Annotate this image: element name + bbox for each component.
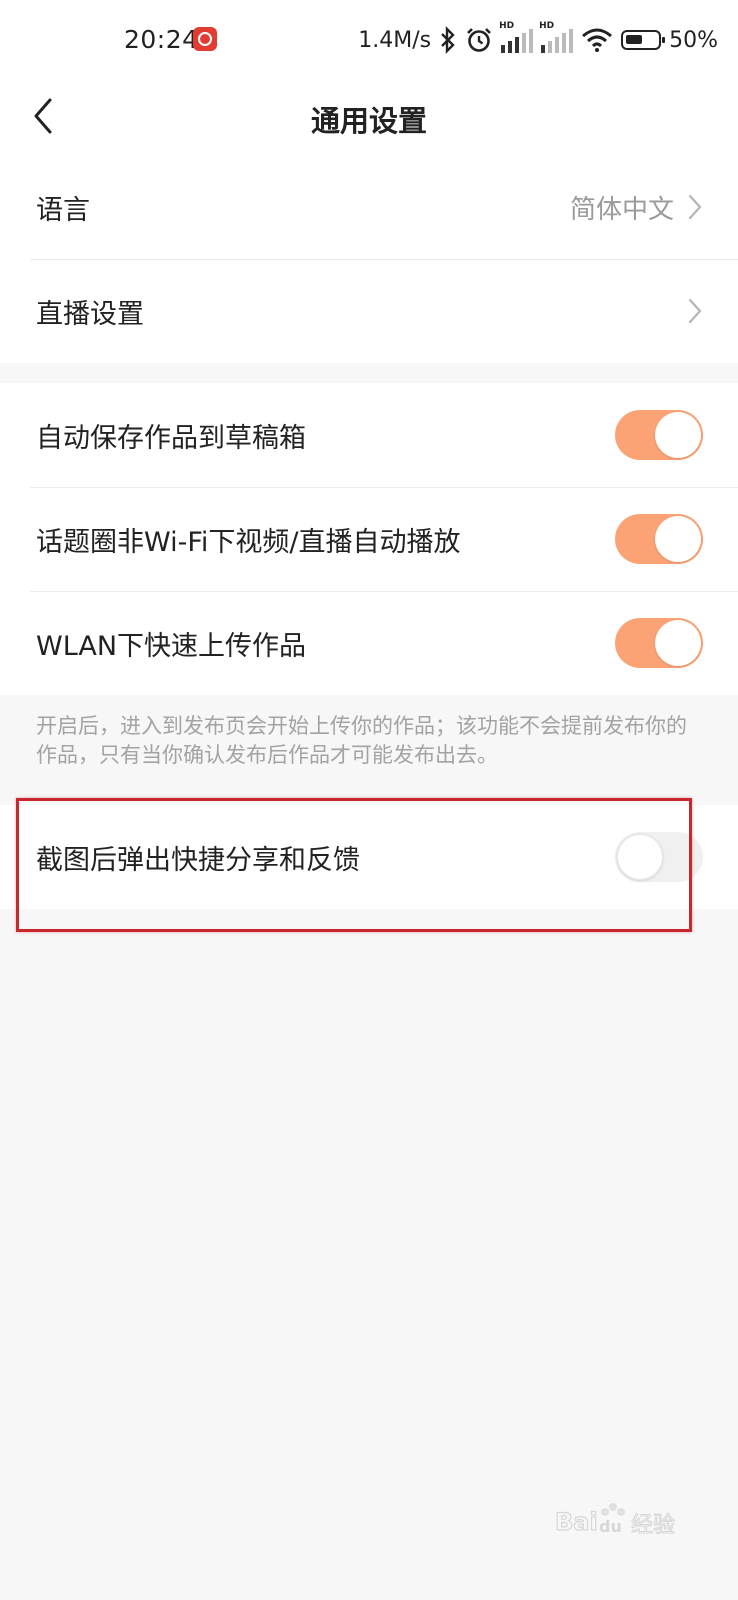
autoplay-non-wifi-label: 话题圈非Wi-Fi下视频/直播自动播放 <box>36 526 461 558</box>
settings-group-media: 自动保存作品到草稿箱 话题圈非Wi-Fi下视频/直播自动播放 WLAN下快速上传… <box>0 383 738 695</box>
status-icons: 1.4M/s HD HD 50% <box>358 21 718 58</box>
battery-icon <box>621 30 666 50</box>
toggle-knob <box>655 412 701 458</box>
baidu-watermark-logo: Bai du 经验 <box>555 1503 676 1539</box>
battery-percent: 50% <box>669 27 718 53</box>
signal-sim2-icon: HD <box>539 21 574 53</box>
signal-sim1-icon: HD <box>499 21 534 53</box>
autoplay-non-wifi-row: 话题圈非Wi-Fi下视频/直播自动播放 <box>0 487 738 591</box>
live-settings-label: 直播设置 <box>36 298 144 330</box>
screenshot-share-feedback-row: 截图后弹出快捷分享和反馈 <box>0 805 738 909</box>
baidu-jingyan-watermark: Bai du 经验 <box>555 1498 685 1542</box>
language-label: 语言 <box>36 194 90 226</box>
settings-group-general: 语言 简体中文 直播设置 <box>0 155 738 363</box>
auto-save-drafts-row: 自动保存作品到草稿箱 <box>0 383 738 487</box>
nav-bar: 通用设置 <box>0 80 738 156</box>
auto-save-drafts-toggle[interactable] <box>615 410 703 460</box>
status-time: 20:24 <box>124 25 199 54</box>
screenshot-share-feedback-label: 截图后弹出快捷分享和反馈 <box>36 844 360 876</box>
chevron-right-icon <box>688 194 702 220</box>
upload-hint-text: 开启后，进入到发布页会开始上传你的作品；该功能不会提前发布你的作品，只有当你确认… <box>36 714 687 767</box>
page-title: 通用设置 <box>310 104 427 138</box>
toggle-knob <box>617 834 663 880</box>
svg-text:Bai: Bai <box>555 1508 598 1536</box>
status-bar: 20:24 1.4M/s HD HD 50% <box>0 0 738 80</box>
wlan-fast-upload-row: WLAN下快速上传作品 <box>0 591 738 695</box>
svg-text:du: du <box>599 1517 622 1536</box>
bluetooth-icon <box>441 26 455 54</box>
screenshot-share-feedback-toggle[interactable] <box>615 832 703 882</box>
wlan-fast-upload-toggle[interactable] <box>615 618 703 668</box>
language-value: 简体中文 <box>569 194 674 225</box>
toggle-knob <box>655 620 701 666</box>
chevron-right-icon <box>688 298 702 324</box>
language-row[interactable]: 语言 简体中文 <box>0 155 738 259</box>
alarm-icon <box>467 28 492 52</box>
live-settings-row[interactable]: 直播设置 <box>0 259 738 363</box>
auto-save-drafts-label: 自动保存作品到草稿箱 <box>36 422 306 454</box>
wifi-icon <box>582 28 613 52</box>
music-app-notification-icon <box>193 27 217 51</box>
net-speed: 1.4M/s <box>358 27 432 53</box>
autoplay-non-wifi-toggle[interactable] <box>615 514 703 564</box>
toggle-knob <box>655 516 701 562</box>
svg-text:经验: 经验 <box>631 1513 675 1538</box>
wlan-fast-upload-label: WLAN下快速上传作品 <box>36 630 307 662</box>
settings-group-screenshot: 截图后弹出快捷分享和反馈 <box>0 805 738 909</box>
